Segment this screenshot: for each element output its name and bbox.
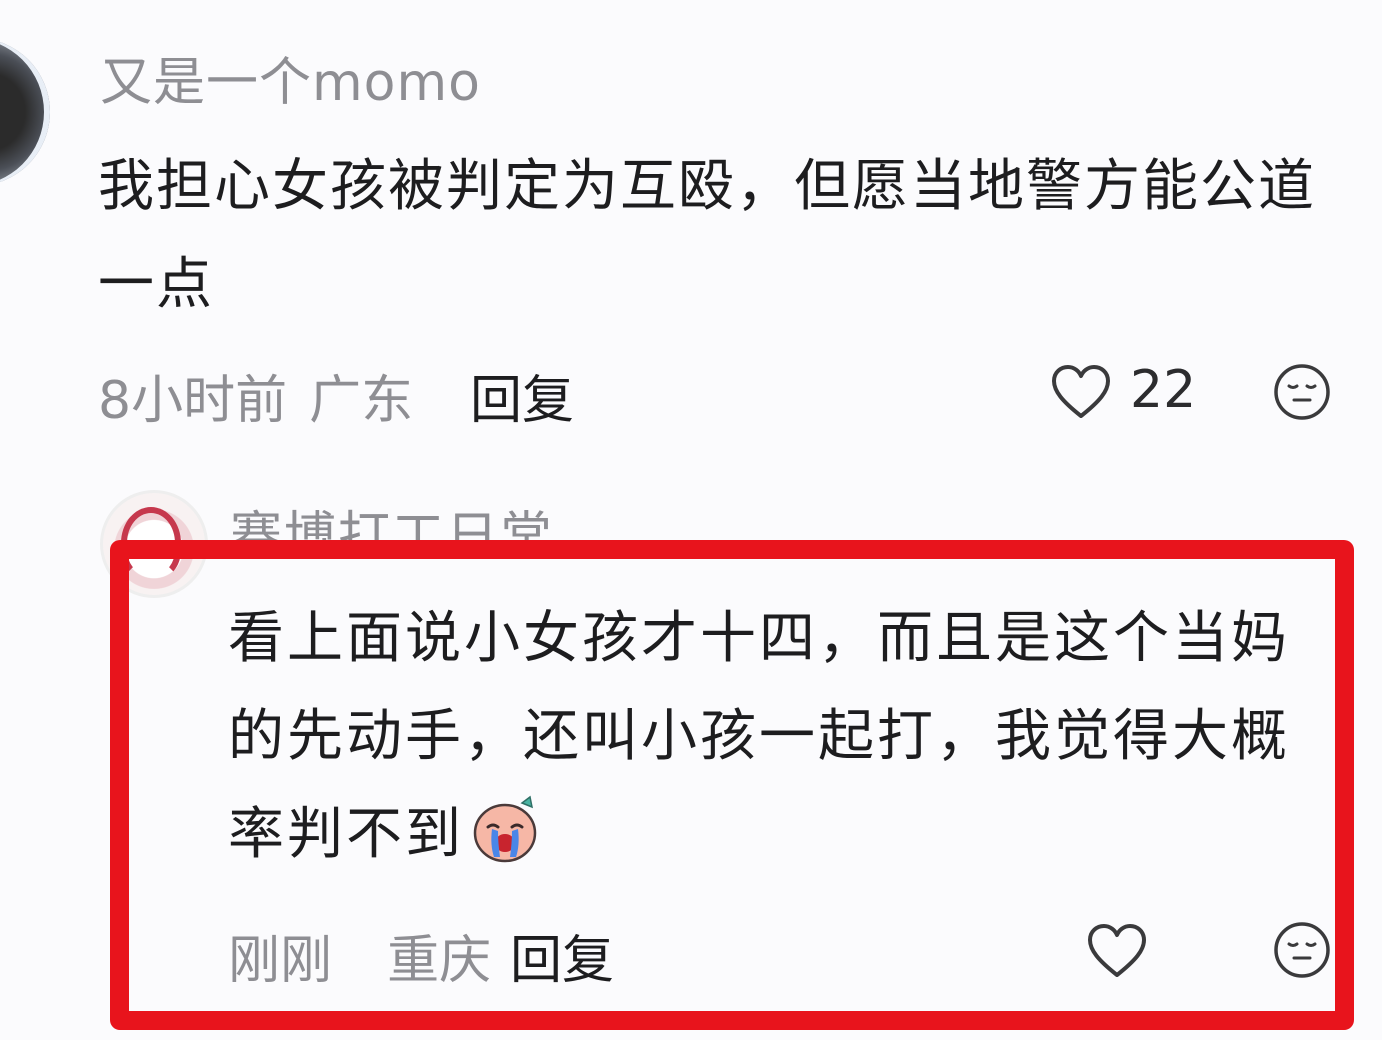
reply-button[interactable]: 回复 bbox=[470, 358, 574, 433]
comment-location: 广东 bbox=[309, 371, 414, 431]
neutral-face-icon[interactable] bbox=[1272, 920, 1332, 980]
like-count: 22 bbox=[1130, 360, 1197, 420]
comment-location: 重庆 bbox=[387, 931, 492, 991]
avatar[interactable] bbox=[0, 38, 50, 186]
comment-meta: 8小时前 广东 bbox=[98, 358, 413, 433]
comment-text-content: 看上面说小女孩才十四，而且是这个当妈的先动手，还叫小孩一起打，我觉得大概率判不到 bbox=[228, 606, 1290, 867]
comment-time: 刚刚 bbox=[228, 931, 333, 991]
sob-emoji bbox=[470, 793, 540, 863]
comment-username[interactable]: 赛博打工日常 bbox=[230, 494, 554, 546]
comment-meta: 刚刚 重庆 bbox=[228, 918, 491, 993]
heart-icon[interactable] bbox=[1086, 922, 1148, 980]
comment-text: 看上面说小女孩才十四，而且是这个当妈的先动手，还叫小孩一起打，我觉得大概率判不到 bbox=[228, 590, 1333, 890]
comment-time: 8小时前 bbox=[98, 371, 288, 431]
neutral-face-icon[interactable] bbox=[1272, 362, 1332, 422]
comment-username[interactable]: 又是一个momo bbox=[100, 40, 481, 115]
comment-text: 我担心女孩被判定为互殴，但愿当地警方能公道一点 bbox=[98, 154, 1316, 317]
heart-icon[interactable] bbox=[1050, 363, 1112, 421]
reply-button[interactable]: 回复 bbox=[510, 918, 614, 993]
